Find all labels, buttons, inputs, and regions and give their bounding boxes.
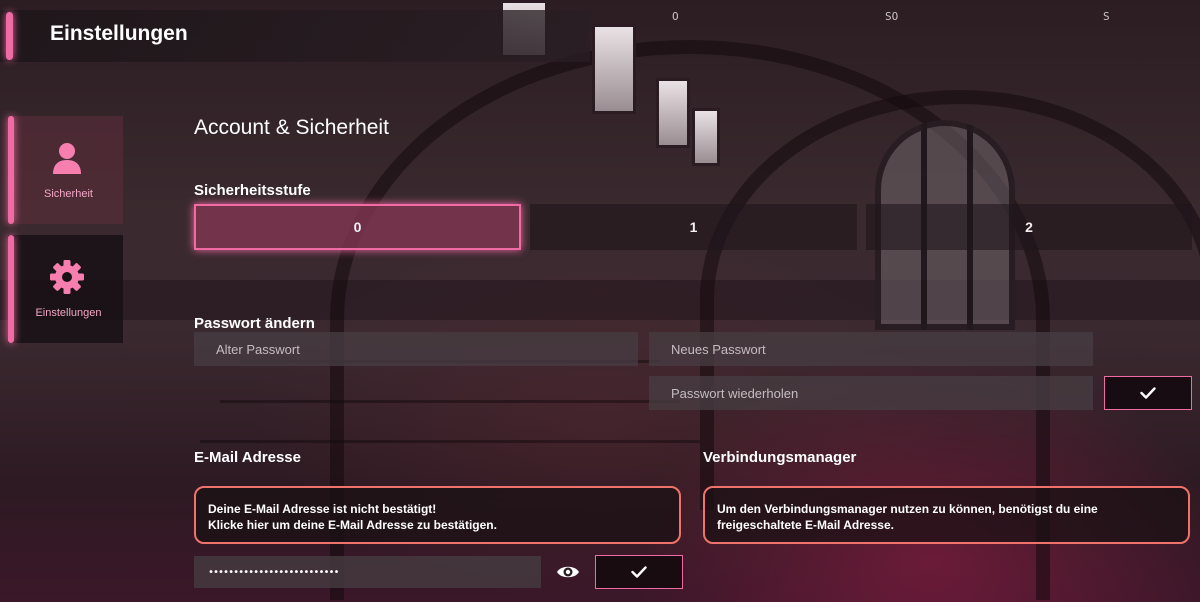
- background-pew: [220, 400, 680, 403]
- nav-item-security[interactable]: Sicherheit: [8, 116, 123, 224]
- background-lamp: [692, 108, 720, 166]
- password-confirm-button[interactable]: [1104, 376, 1192, 410]
- eye-icon[interactable]: [556, 563, 580, 581]
- notice-line: Um den Verbindungsmanager nutzen zu könn…: [717, 502, 1098, 516]
- page-title: Account & Sicherheit: [194, 116, 389, 139]
- email-confirm-button[interactable]: [595, 555, 683, 589]
- security-level-option-2[interactable]: 2: [866, 204, 1192, 250]
- password-section-label: Passwort ändern: [194, 315, 315, 332]
- old-password-input[interactable]: [194, 332, 638, 366]
- nav-item-settings[interactable]: Einstellungen: [8, 235, 123, 343]
- title-bar: Einstellungen: [0, 10, 590, 62]
- connection-manager-notice: Um den Verbindungsmanager nutzen zu könn…: [703, 486, 1190, 544]
- nav-active-indicator: [8, 116, 14, 224]
- notice-line: Deine E-Mail Adresse ist nicht bestätigt…: [208, 502, 437, 516]
- background-lamp: [592, 24, 636, 114]
- check-icon: [1140, 387, 1156, 399]
- security-level-option-1[interactable]: 1: [530, 204, 857, 250]
- background-pew: [200, 440, 700, 443]
- new-password-input[interactable]: [649, 332, 1093, 366]
- window-title: Einstellungen: [50, 22, 188, 45]
- compass-label: O: [672, 10, 679, 23]
- notice-line: freigeschaltete E-Mail Adresse.: [717, 518, 894, 532]
- connection-manager-label: Verbindungsmanager: [703, 449, 857, 466]
- title-accent-bar: [6, 12, 13, 60]
- security-level-option-0[interactable]: 0: [194, 204, 521, 250]
- user-icon: [53, 143, 81, 174]
- security-level-label: Sicherheitsstufe: [194, 182, 311, 199]
- compass-label: SO: [885, 10, 899, 23]
- nav-item-label: Einstellungen: [35, 307, 102, 319]
- email-section-label: E-Mail Adresse: [194, 449, 301, 466]
- check-icon: [631, 566, 647, 578]
- repeat-password-input[interactable]: [649, 376, 1093, 410]
- nav-indicator: [8, 235, 14, 343]
- compass-label: S: [1103, 10, 1110, 23]
- nav-item-label: Sicherheit: [44, 188, 93, 200]
- email-input[interactable]: ••••••••••••••••••••••••••: [194, 556, 541, 588]
- background-lamp: [656, 78, 690, 148]
- gear-icon: [50, 260, 84, 294]
- notice-line: Klicke hier um deine E-Mail Adresse zu b…: [208, 518, 497, 532]
- email-unverified-notice[interactable]: Deine E-Mail Adresse ist nicht bestätigt…: [194, 486, 681, 544]
